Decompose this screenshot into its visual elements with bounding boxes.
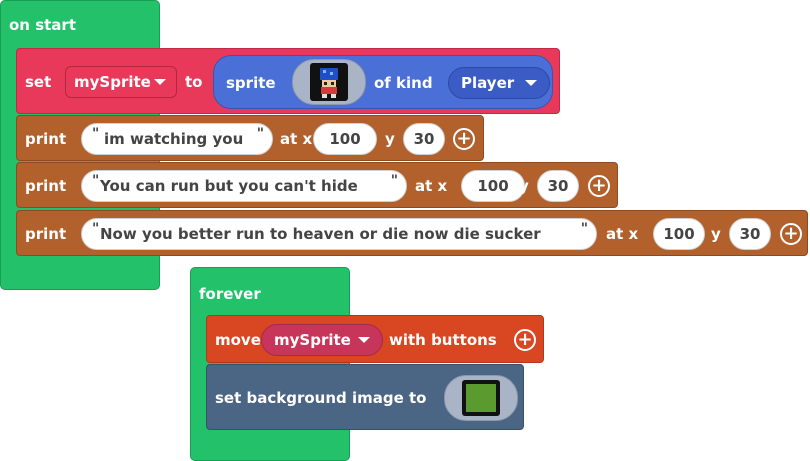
of-kind-label: of kind <box>374 74 433 92</box>
move-label: move <box>215 331 261 349</box>
y-label: y <box>711 225 721 243</box>
y-input[interactable]: 30 <box>537 170 579 202</box>
open-quote: " <box>92 126 100 142</box>
to-label: to <box>185 73 203 91</box>
set-sprite-block[interactable]: set mySprite to sprite of kind Player <box>16 48 560 114</box>
dropdown-caret-icon <box>154 79 166 85</box>
x-input[interactable]: 100 <box>461 170 525 202</box>
forever-label: forever <box>199 285 261 303</box>
variable-dropdown[interactable]: mySprite <box>261 324 383 356</box>
x-input[interactable]: 100 <box>653 218 705 250</box>
dropdown-caret-icon <box>358 337 370 343</box>
sprite-image-picker[interactable] <box>292 59 366 105</box>
print-label: print <box>25 177 67 195</box>
print-text-input[interactable]: " You can run but you can't hide " <box>81 170 407 202</box>
y-value: 30 <box>739 225 761 243</box>
print-label: print <box>25 225 67 243</box>
print-text-input[interactable]: " Now you better run to heaven or die no… <box>81 218 597 250</box>
kind-value: Player <box>461 74 515 92</box>
move-with-buttons-block[interactable]: move mySprite with buttons + <box>206 315 544 363</box>
plus-circle-icon[interactable]: + <box>453 128 475 150</box>
y-input[interactable]: 30 <box>729 218 771 250</box>
y-label: y <box>385 130 395 148</box>
print-text: Now you better run to heaven or die now … <box>100 225 541 243</box>
print-label: print <box>25 130 67 148</box>
open-quote: " <box>92 221 100 237</box>
plus-circle-icon[interactable]: + <box>514 329 536 351</box>
background-image-icon <box>462 380 500 416</box>
print-text-input[interactable]: " im watching you " <box>81 123 273 155</box>
x-value: 100 <box>663 225 695 243</box>
sprite-label: sprite <box>226 74 276 92</box>
close-quote: " <box>390 173 398 189</box>
variable-name: mySprite <box>274 331 351 349</box>
x-input[interactable]: 100 <box>313 123 377 155</box>
at-x-label: at x <box>280 130 313 148</box>
plus-circle-icon[interactable]: + <box>588 175 610 197</box>
open-quote: " <box>92 173 100 189</box>
print-text: You can run but you can't hide <box>100 177 358 195</box>
x-value: 100 <box>477 177 509 195</box>
y-value: 30 <box>547 177 569 195</box>
at-x-label: at x <box>606 225 639 243</box>
dropdown-caret-icon <box>525 80 537 86</box>
print-text: im watching you <box>104 130 244 148</box>
at-x-label: at x <box>415 177 448 195</box>
x-value: 100 <box>329 130 361 148</box>
on-start-label: on start <box>9 16 76 34</box>
y-input[interactable]: 30 <box>403 123 445 155</box>
close-quote: " <box>256 126 264 142</box>
y-value: 30 <box>413 130 435 148</box>
print-block-3[interactable]: print " Now you better run to heaven or … <box>16 210 808 256</box>
kind-dropdown[interactable]: Player <box>448 67 550 99</box>
set-background-label: set background image to <box>215 389 427 407</box>
print-block-1[interactable]: print " im watching you " at x 100 y 30 … <box>16 115 484 161</box>
sprite-image-icon <box>310 63 348 101</box>
with-buttons-label: with buttons <box>389 331 497 349</box>
variable-dropdown[interactable]: mySprite <box>65 66 177 98</box>
y-label: y <box>519 177 529 195</box>
close-quote: " <box>580 221 588 237</box>
print-block-2[interactable]: print " You can run but you can't hide "… <box>16 162 618 208</box>
variable-name: mySprite <box>74 73 151 91</box>
set-background-block[interactable]: set background image to <box>206 364 524 430</box>
sprite-value-block[interactable]: sprite of kind Player <box>213 55 553 109</box>
plus-circle-icon[interactable]: + <box>780 223 802 245</box>
set-label: set <box>25 73 52 91</box>
background-image-picker[interactable] <box>444 375 518 421</box>
